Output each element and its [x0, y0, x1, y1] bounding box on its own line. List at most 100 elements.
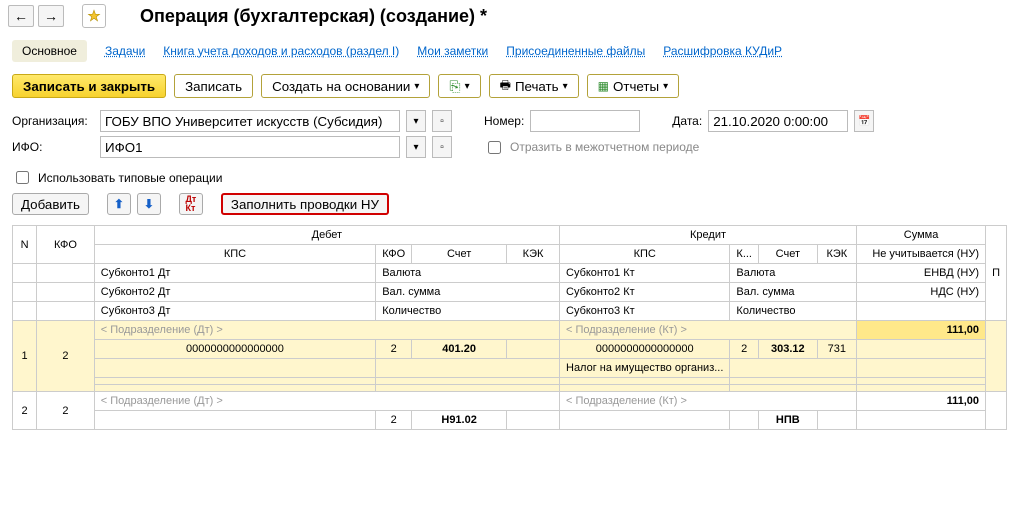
use-typical-checkbox[interactable]	[16, 171, 29, 184]
reports-label: Отчеты	[613, 79, 659, 94]
col-valuta-dt: Валюта	[376, 264, 560, 283]
cell-kfo: 2	[37, 321, 95, 392]
col-valuta-kt: Валюта	[730, 264, 857, 283]
cell-podr-dt[interactable]: < Подразделение (Дт) >	[94, 392, 559, 411]
copy-menu-button[interactable]: ⎘	[438, 74, 480, 98]
col-kps-dt: КПС	[94, 245, 375, 264]
col-sub1dt: Субконто1 Дт	[94, 264, 375, 283]
col-kolvo-dt: Количество	[376, 302, 560, 321]
reports-button[interactable]: ▦ Отчеты	[587, 74, 679, 98]
col-sum: Сумма	[857, 226, 986, 245]
page-title: Операция (бухгалтерская) (создание) *	[110, 6, 487, 27]
cell-sch-dt[interactable]: 401.20	[412, 340, 507, 359]
col-sub1kt: Субконто1 Кт	[560, 264, 730, 283]
cell-kek-dt[interactable]	[507, 340, 560, 359]
reflect-label: Отразить в межотчетном периоде	[510, 140, 699, 154]
col-sch-dt: Счет	[412, 245, 507, 264]
org-input[interactable]	[100, 110, 400, 132]
col-kek-kt: КЭК	[817, 245, 856, 264]
print-button[interactable]: 🖶 Печать	[489, 74, 579, 98]
cell-tax-line[interactable]: Налог на имущество организ...	[560, 359, 730, 378]
col-sub3dt: Субконто3 Дт	[94, 302, 375, 321]
tab-tasks[interactable]: Задачи	[105, 44, 145, 58]
tab-kudir[interactable]: Расшифровка КУДиР	[663, 44, 782, 58]
move-down-button[interactable]: ⬇	[137, 193, 161, 215]
copy-icon: ⎘	[449, 78, 460, 95]
cell-n: 1	[13, 321, 37, 392]
org-open-button[interactable]: ▫	[432, 110, 452, 132]
create-based-button[interactable]: Создать на основании	[261, 74, 430, 98]
save-close-button[interactable]: Записать и закрыть	[12, 74, 166, 98]
cell-kps-kt[interactable]: 0000000000000000	[560, 340, 730, 359]
add-button[interactable]: Добавить	[12, 193, 89, 215]
table-row[interactable]: 1 2 < Подразделение (Дт) > < Подразделен…	[13, 321, 1007, 340]
arrow-down-icon: ⬇	[144, 197, 154, 211]
ifo-input[interactable]	[100, 136, 400, 158]
print-icon: 🖶	[500, 76, 511, 97]
col-debit: Дебет	[94, 226, 559, 245]
col-kfo: КФО	[37, 226, 95, 264]
col-n: N	[13, 226, 37, 264]
cell-kfo2-dt[interactable]: 2	[376, 340, 412, 359]
tab-notes[interactable]: Мои заметки	[417, 44, 488, 58]
col-sub3kt: Субконто3 Кт	[560, 302, 730, 321]
save-button[interactable]: Записать	[174, 74, 253, 98]
dtk-icon: ДтКт	[185, 195, 196, 213]
col-sub2kt: Субконто2 Кт	[560, 283, 730, 302]
tab-files[interactable]: Присоединенные файлы	[506, 44, 645, 58]
nav-back-button[interactable]: ←	[8, 5, 34, 27]
cell-kfo2-dt[interactable]: 2	[376, 411, 412, 430]
col-kfo2-kt: К...	[730, 245, 759, 264]
col-credit: Кредит	[560, 226, 857, 245]
col-kek-dt: КЭК	[507, 245, 560, 264]
cell-sum[interactable]: 111,00	[857, 392, 986, 411]
col-sch-kt: Счет	[758, 245, 817, 264]
cell-kek-kt[interactable]: 731	[817, 340, 856, 359]
cell-n: 2	[13, 392, 37, 430]
col-sub2dt: Субконто2 Дт	[94, 283, 375, 302]
col-valsum-kt: Вал. сумма	[730, 283, 857, 302]
cell-podr-kt[interactable]: < Подразделение (Кт) >	[560, 321, 857, 340]
fill-nu-button[interactable]: Заполнить проводки НУ	[221, 193, 389, 215]
print-label: Печать	[515, 79, 559, 94]
date-input[interactable]	[708, 110, 848, 132]
cell-podr-dt[interactable]: < Подразделение (Дт) >	[94, 321, 559, 340]
col-kolvo-kt: Количество	[730, 302, 857, 321]
cell-sch-dt[interactable]: Н91.02	[412, 411, 507, 430]
dtk-button[interactable]: ДтКт	[179, 193, 203, 215]
nav-forward-button[interactable]: →	[38, 5, 64, 27]
num-label: Номер:	[484, 114, 524, 128]
date-label: Дата:	[672, 114, 702, 128]
ifo-open-button[interactable]: ▫	[432, 136, 452, 158]
tab-book[interactable]: Книга учета доходов и расходов (раздел I…	[163, 44, 399, 58]
col-not-counted: Не учитывается (НУ)	[857, 245, 986, 264]
col-valsum-dt: Вал. сумма	[376, 283, 560, 302]
cell-kps-dt[interactable]: 0000000000000000	[94, 340, 375, 359]
ifo-dropdown-button[interactable]: ▾	[406, 136, 426, 158]
cell-sum[interactable]: 111,00	[857, 321, 986, 340]
table-row[interactable]: 2 2 < Подразделение (Дт) > < Подразделен…	[13, 392, 1007, 411]
col-kfo2-dt: КФО	[376, 245, 412, 264]
col-p: П	[986, 226, 1007, 321]
report-icon: ▦	[598, 79, 609, 93]
org-dropdown-button[interactable]: ▾	[406, 110, 426, 132]
col-envd: ЕНВД (НУ)	[857, 264, 986, 283]
move-up-button[interactable]: ⬆	[107, 193, 131, 215]
col-nds: НДС (НУ)	[857, 283, 986, 302]
arrow-up-icon: ⬆	[114, 197, 124, 211]
star-icon[interactable]	[82, 4, 106, 28]
ifo-label: ИФО:	[12, 140, 94, 154]
org-label: Организация:	[12, 114, 94, 128]
date-picker-button[interactable]: 📅	[854, 110, 874, 132]
cell-kfo2-kt[interactable]: 2	[730, 340, 759, 359]
reflect-checkbox[interactable]	[488, 141, 501, 154]
cell-kfo: 2	[37, 392, 95, 430]
cell-podr-kt[interactable]: < Подразделение (Кт) >	[560, 392, 857, 411]
entries-grid[interactable]: N КФО Дебет Кредит Сумма П КПС КФО Счет …	[12, 225, 1007, 430]
col-kps-kt: КПС	[560, 245, 730, 264]
cell-sch-kt[interactable]: 303.12	[758, 340, 817, 359]
num-input[interactable]	[530, 110, 640, 132]
cell-sch-kt[interactable]: НПВ	[758, 411, 817, 430]
use-typical-label: Использовать типовые операции	[38, 171, 222, 185]
tab-main[interactable]: Основное	[12, 40, 87, 62]
